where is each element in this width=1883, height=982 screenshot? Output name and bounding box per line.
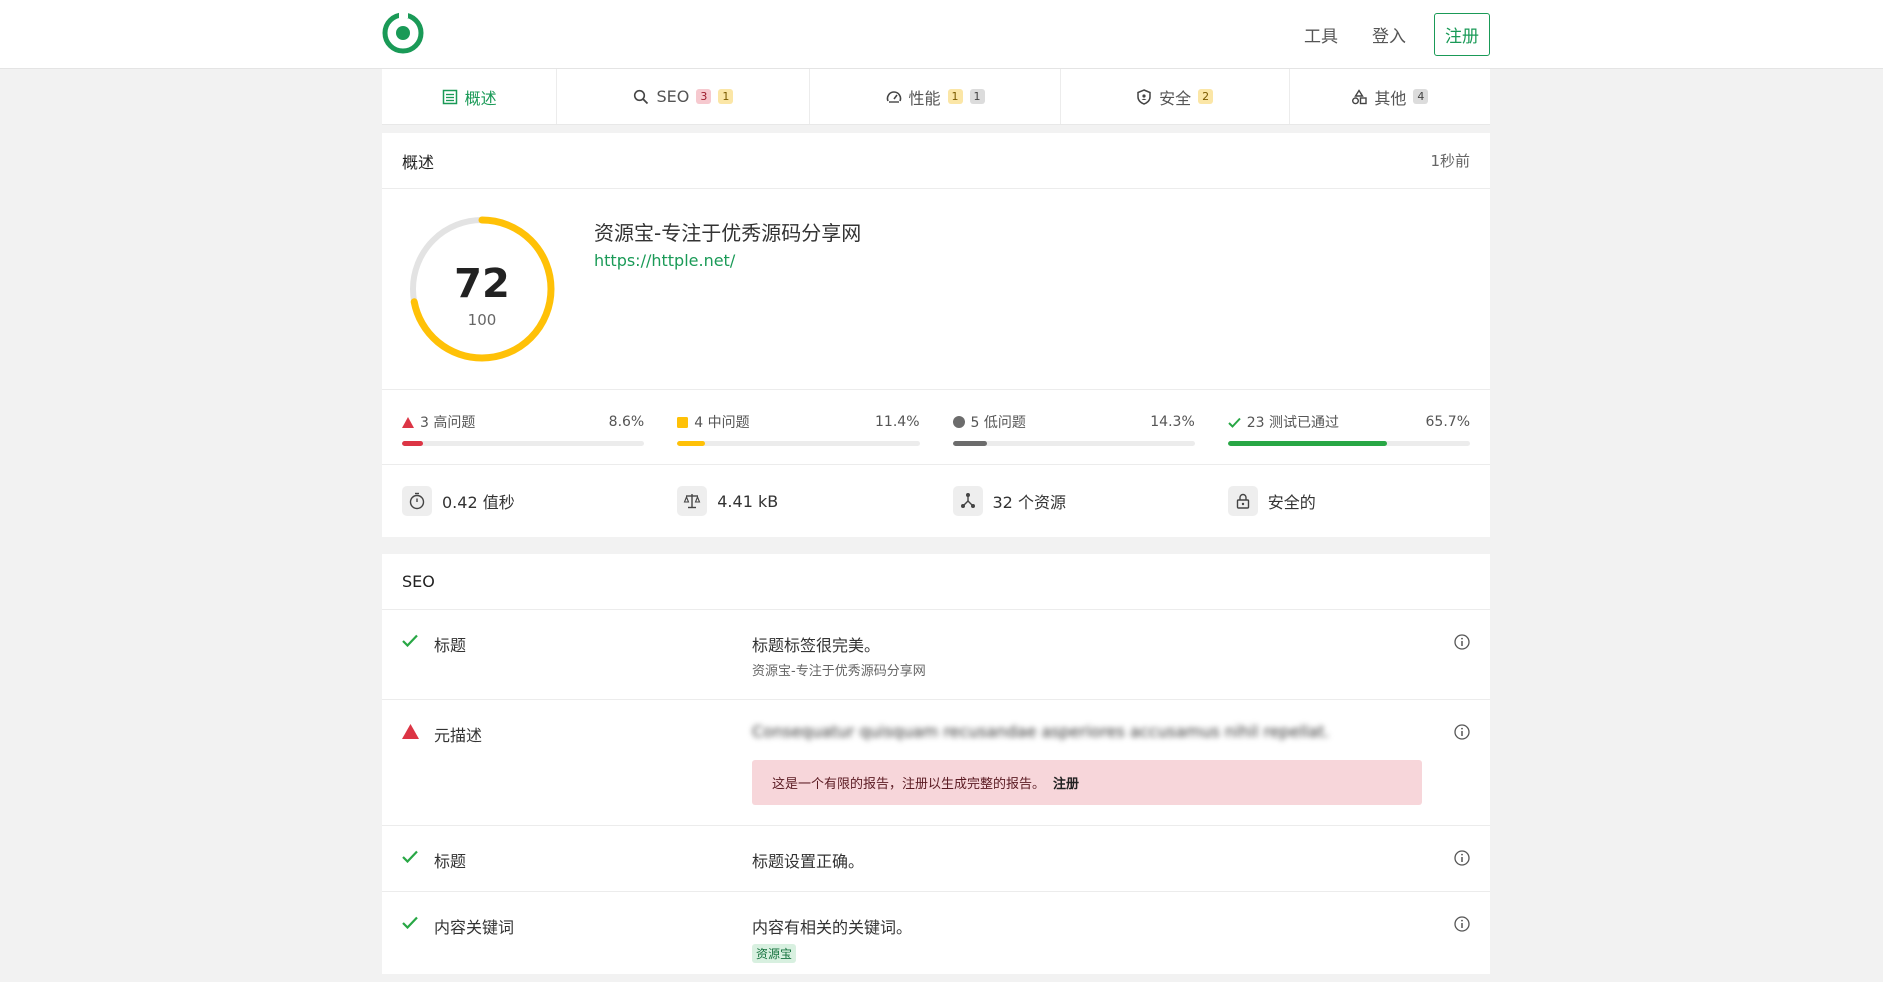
page-stats: 0.42 值秒 4.41 kB 32 个资源 安全的 (382, 465, 1490, 537)
site-url-link[interactable]: https://httple.net/ (594, 251, 735, 270)
issue-label: 3 高问题 (420, 415, 476, 431)
logo-icon[interactable] (382, 12, 424, 54)
check-icon (1228, 417, 1241, 428)
tab-performance[interactable]: 性能 1 1 (810, 69, 1061, 124)
stopwatch-icon (409, 492, 425, 510)
issue-progress-fill (677, 441, 705, 446)
tab-overview[interactable]: 概述 (382, 69, 558, 124)
nav-tools-link[interactable]: 工具 (1304, 22, 1338, 47)
scale-icon (683, 494, 701, 509)
issue-low: 5 低问题 14.3% (952, 390, 1195, 464)
report-time: 1秒前 (1430, 152, 1470, 170)
stat-label: 安全的 (1267, 493, 1316, 512)
check-description-blurred: Consequatur quisquam recusandae asperior… (752, 722, 1330, 741)
tab-seo[interactable]: SEO 3 1 (557, 69, 811, 124)
issue-percent: 11.4% (875, 414, 920, 430)
check-detail: 资源宝-专注于优秀源码分享网 (752, 664, 926, 679)
medium-issue-badge: 1 (947, 89, 963, 104)
issue-breakdown: 3 高问题 8.6% 4 中问题 11.4% 5 低问题 14.3% 23 测试… (382, 390, 1490, 465)
seo-row-meta-description: 元描述 Consequatur quisquam recusandae aspe… (382, 699, 1490, 825)
issue-percent: 65.7% (1425, 414, 1470, 430)
tab-label: 概述 (464, 88, 497, 108)
check-description: 内容有相关的关键词。 (752, 918, 913, 937)
info-icon[interactable] (1454, 634, 1470, 650)
issue-label: 5 低问题 (970, 415, 1026, 431)
stat-page-size: 4.41 kB (677, 486, 919, 516)
alert-register-link[interactable]: 注册 (1053, 773, 1079, 792)
keyword-tag: 资源宝 (752, 944, 797, 963)
info-icon[interactable] (1454, 916, 1470, 932)
report-tabs: 概述 SEO 3 1 性能 1 1 安全 2 其他 4 (382, 69, 1490, 125)
speedometer-icon (886, 90, 901, 103)
issue-progress-fill (952, 441, 988, 446)
stat-load-time: 0.42 值秒 (402, 486, 644, 516)
search-icon (634, 89, 649, 104)
low-issue-badge: 1 (969, 89, 985, 104)
score-summary: 72 100 资源宝-专注于优秀源码分享网 https://httple.net… (382, 189, 1490, 390)
seo-row-content-keywords: 内容关键词 内容有相关的关键词。 资源宝 (382, 891, 1490, 982)
overview-title: 概述 (402, 152, 435, 172)
seo-title: SEO (402, 572, 435, 591)
stat-label: 32 个资源 (992, 493, 1066, 512)
issue-progress-fill (402, 441, 423, 446)
warning-triangle-icon (402, 416, 414, 428)
lock-icon (1236, 493, 1249, 509)
top-navbar: 工具 登入 注册 (0, 0, 1883, 69)
issue-medium: 4 中问题 11.4% (677, 390, 920, 464)
square-icon (677, 416, 689, 428)
issue-high: 3 高问题 8.6% (402, 390, 645, 464)
check-description: 标题标签很完美。 (752, 636, 881, 655)
shapes-icon (1352, 88, 1368, 104)
score-max: 100 (467, 311, 497, 329)
check-description: 标题设置正确。 (752, 852, 865, 871)
high-issue-badge: 3 (696, 89, 712, 104)
check-name: 标题 (434, 636, 467, 655)
nav-login-link[interactable]: 登入 (1372, 22, 1406, 47)
warning-triangle-icon (402, 724, 419, 739)
issue-label: 23 测试已通过 (1246, 415, 1340, 431)
tab-label: 其他 (1374, 88, 1407, 108)
nav-register-button[interactable]: 注册 (1434, 13, 1490, 56)
seo-row-headings: 标题 标题设置正确。 (382, 825, 1490, 891)
tab-security[interactable]: 安全 2 (1061, 69, 1290, 124)
check-icon (402, 916, 418, 929)
check-icon (402, 850, 418, 863)
stat-label: 4.41 kB (717, 491, 779, 511)
info-icon[interactable] (1454, 850, 1470, 866)
alert-text: 这是一个有限的报告，注册以生成完整的报告。 (772, 777, 1046, 792)
info-icon[interactable] (1454, 724, 1470, 740)
tab-label: SEO (656, 87, 690, 106)
site-title: 资源宝-专注于优秀源码分享网 (594, 221, 862, 245)
circle-icon (952, 416, 965, 428)
seo-row-title: 标题 标题标签很完美。 资源宝-专注于优秀源码分享网 (382, 609, 1490, 699)
low-issue-badge: 4 (1413, 89, 1429, 104)
medium-issue-badge: 1 (718, 89, 734, 104)
limited-report-alert: 这是一个有限的报告，注册以生成完整的报告。 注册 (752, 760, 1422, 805)
check-name: 元描述 (434, 726, 483, 745)
overview-card: 概述 1秒前 72 100 资源宝-专注于优秀源码分享网 https://htt… (382, 133, 1490, 537)
tab-label: 安全 (1159, 88, 1192, 108)
overview-header: 概述 1秒前 (382, 133, 1490, 189)
seo-card: SEO 标题 标题标签很完美。 资源宝-专注于优秀源码分享网 元描述 Conse… (382, 554, 1490, 974)
nodes-icon (960, 493, 975, 508)
tab-other[interactable]: 其他 4 (1290, 69, 1490, 124)
check-name: 标题 (434, 852, 467, 871)
list-icon (442, 89, 457, 104)
seo-header: SEO (382, 554, 1490, 609)
issue-passed: 23 测试已通过 65.7% (1227, 390, 1470, 464)
issue-percent: 8.6% (608, 414, 645, 430)
check-name: 内容关键词 (434, 918, 515, 937)
nav-links: 工具 登入 注册 (1270, 13, 1490, 56)
medium-issue-badge: 2 (1198, 89, 1214, 104)
stat-label: 0.42 值秒 (442, 493, 515, 512)
stat-resources: 32 个资源 (952, 486, 1195, 516)
tab-label: 性能 (908, 88, 941, 108)
issue-progress-fill (1227, 441, 1387, 446)
stat-security: 安全的 (1227, 486, 1470, 516)
score-value: 72 (454, 261, 510, 307)
issue-percent: 14.3% (1150, 414, 1195, 430)
issue-label: 4 中问题 (694, 415, 750, 431)
check-icon (402, 634, 418, 647)
shield-icon (1137, 88, 1151, 105)
